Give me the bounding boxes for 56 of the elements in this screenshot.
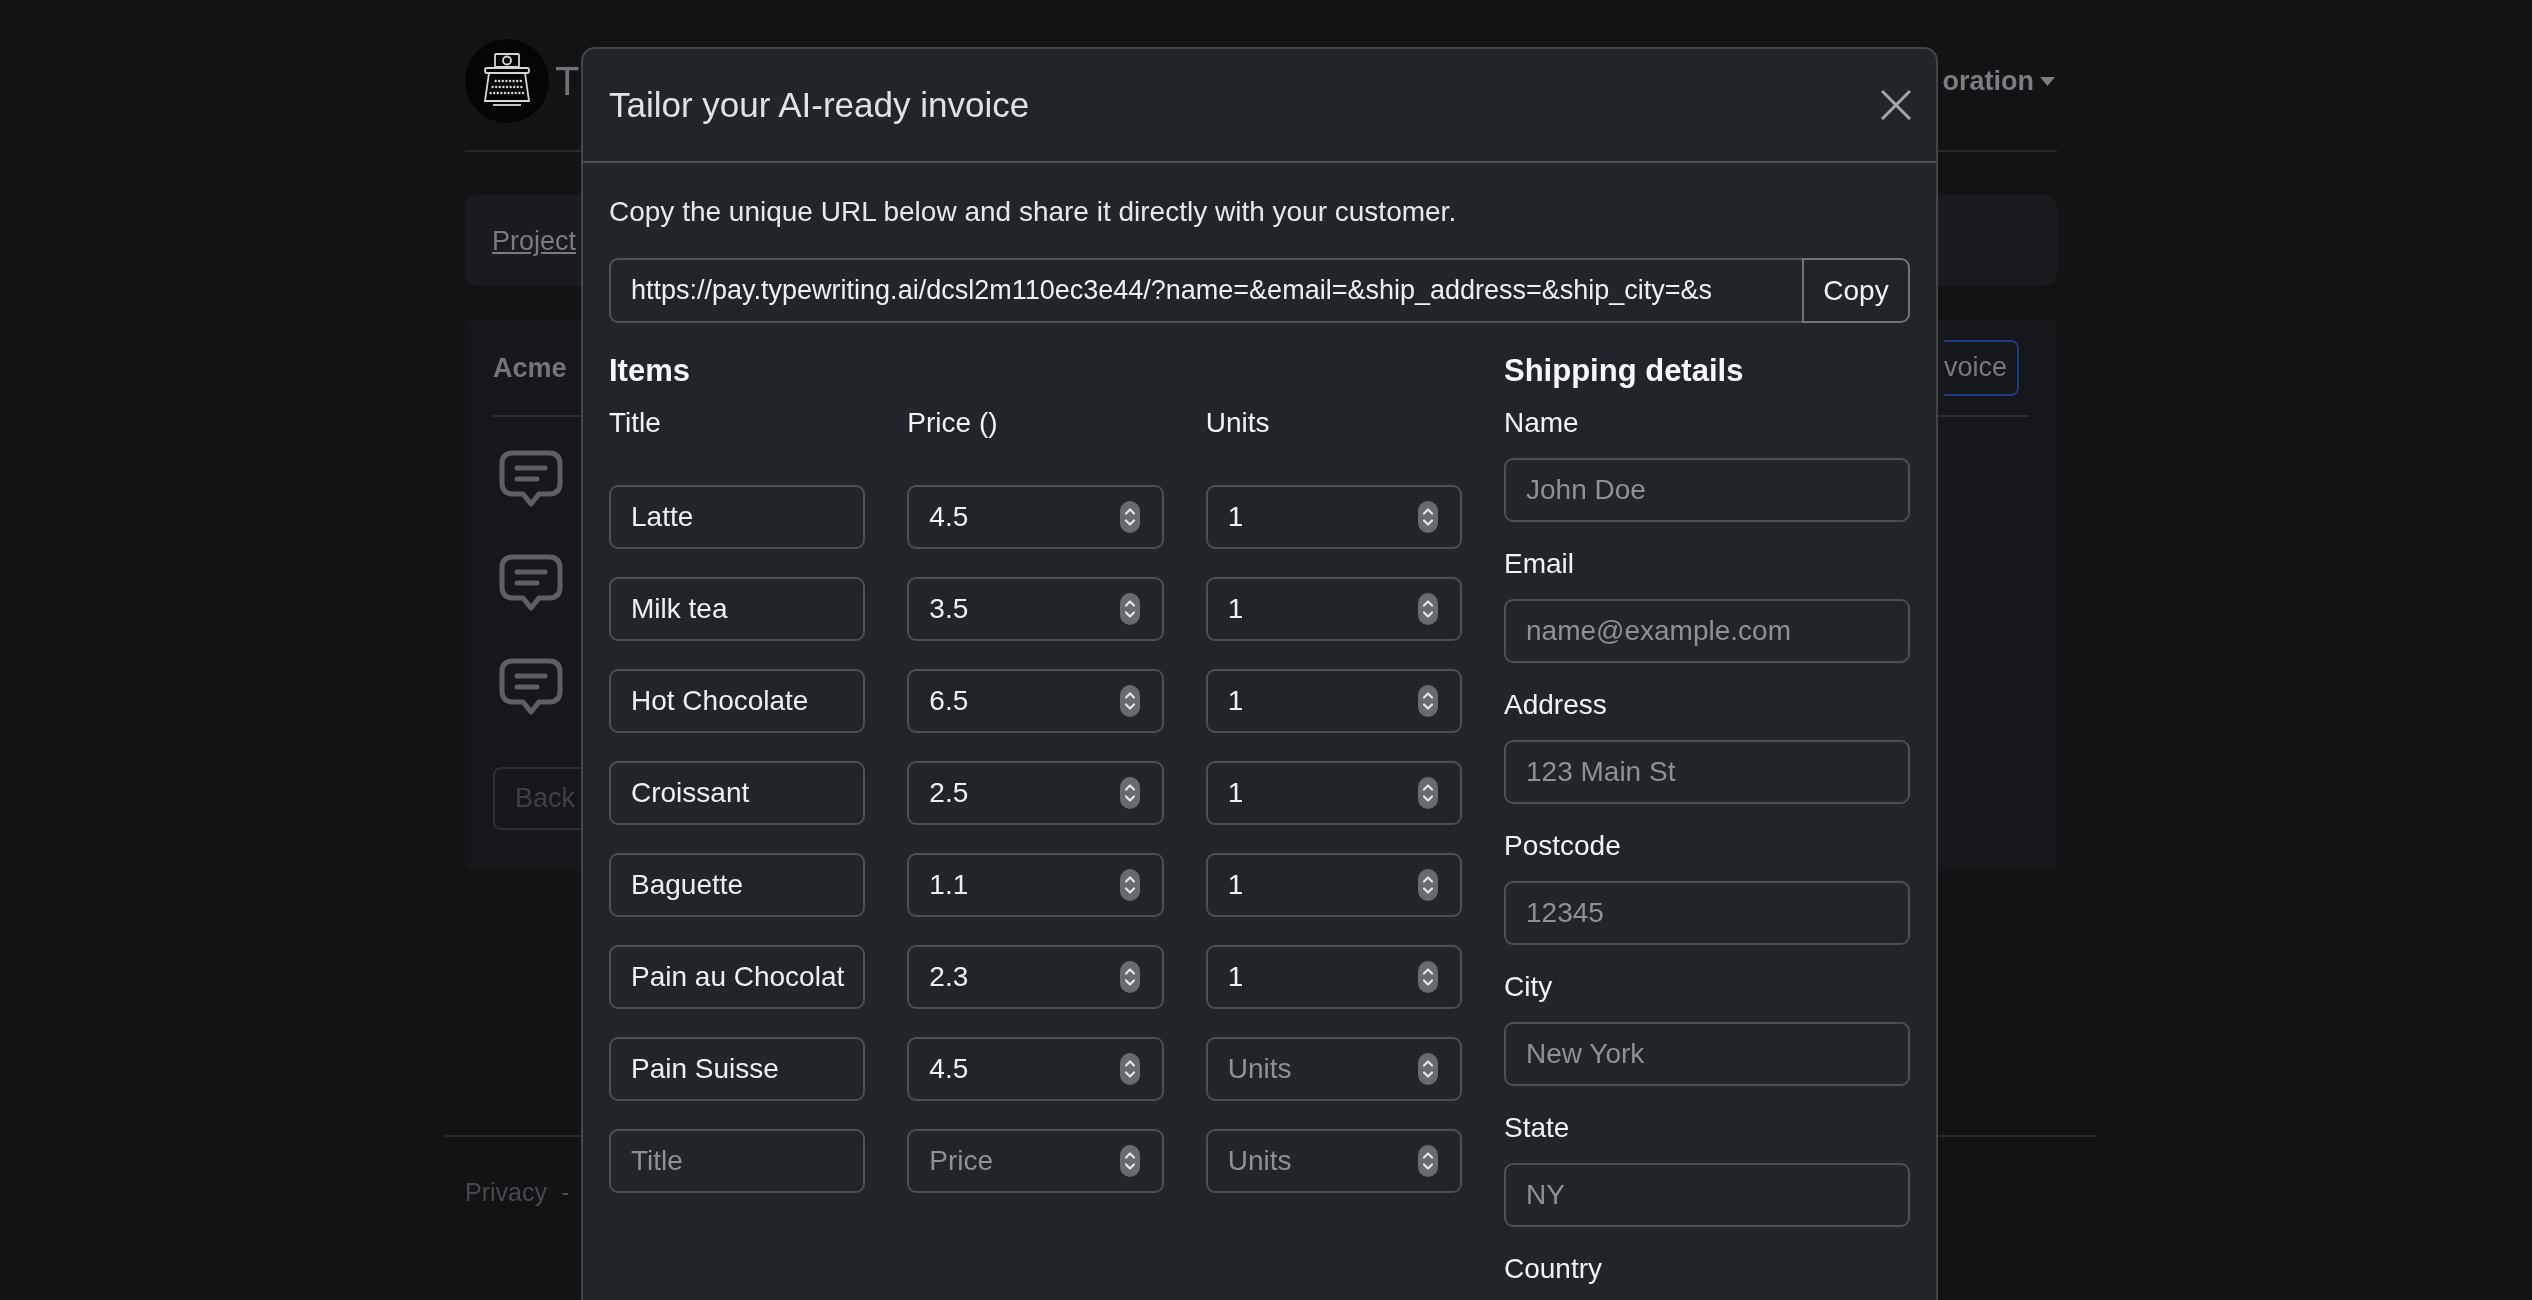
text-input[interactable]: New York bbox=[1504, 1022, 1910, 1086]
text-input[interactable]: Milk tea bbox=[609, 577, 866, 641]
text-input[interactable]: John Doe bbox=[1504, 458, 1910, 522]
column-label: Price () bbox=[907, 406, 999, 440]
close-button[interactable] bbox=[1881, 90, 1911, 120]
number-input[interactable]: 2.3 bbox=[907, 945, 1164, 1009]
intro-text: Copy the unique URL below and share it directly with your customer. bbox=[609, 195, 1458, 229]
field-label: Postcode bbox=[1504, 829, 1622, 863]
breadcrumb-link[interactable]: Project bbox=[492, 223, 577, 258]
brand-name[interactable]: T bbox=[555, 58, 580, 104]
number-input[interactable]: 1 bbox=[1205, 761, 1462, 825]
url-input[interactable]: https://pay.typewriting.ai/dcsl2m110ec3e44/?name=&email=&ship_address=&ship_city=&s bbox=[609, 258, 1802, 323]
caret-icon bbox=[2040, 76, 2055, 86]
field-label: City bbox=[1504, 970, 1554, 1004]
outline-button[interactable]: voice bbox=[1943, 339, 2019, 396]
section-heading: Shipping details bbox=[1504, 352, 1745, 390]
number-input[interactable]: 2.5 bbox=[907, 761, 1164, 825]
text-input[interactable]: name@example.com bbox=[1504, 599, 1910, 663]
section-heading: Items bbox=[609, 352, 691, 390]
close-icon bbox=[1881, 90, 1911, 120]
card-title: Acme bbox=[493, 351, 567, 385]
number-input[interactable]: 1.1 bbox=[907, 853, 1164, 917]
text-input[interactable]: Title bbox=[609, 1129, 866, 1193]
number-input[interactable]: 3.5 bbox=[907, 577, 1164, 641]
text-input[interactable]: NY bbox=[1504, 1163, 1910, 1227]
number-input[interactable]: 1 bbox=[1205, 945, 1462, 1009]
text-input[interactable]: 12345 bbox=[1504, 881, 1910, 945]
text-input[interactable]: Latte bbox=[609, 485, 866, 549]
column-label: Title bbox=[609, 406, 662, 440]
text-input[interactable]: 123 Main St bbox=[1504, 740, 1910, 804]
number-input[interactable]: 1 bbox=[1205, 577, 1462, 641]
text-input[interactable]: Croissant bbox=[609, 761, 866, 825]
text-input[interactable]: Pain au Chocolat bbox=[609, 945, 866, 1009]
number-input[interactable]: Units bbox=[1205, 1037, 1462, 1101]
number-input[interactable]: 4.5 bbox=[907, 1037, 1164, 1101]
number-input[interactable]: 1 bbox=[1205, 485, 1462, 549]
number-input[interactable]: 6.5 bbox=[907, 669, 1164, 733]
copy-button[interactable]: Copy bbox=[1802, 258, 1910, 323]
field-label: Address bbox=[1504, 688, 1608, 722]
text-input[interactable]: Pain Suisse bbox=[609, 1037, 866, 1101]
field-label: Name bbox=[1504, 406, 1580, 440]
number-input[interactable]: Price bbox=[907, 1129, 1164, 1193]
field-label: State bbox=[1504, 1111, 1571, 1145]
field-label: Country bbox=[1504, 1252, 1604, 1286]
number-input[interactable]: Units bbox=[1205, 1129, 1462, 1193]
number-input[interactable]: 1 bbox=[1205, 669, 1462, 733]
modal-title: Tailor your AI-ready invoice bbox=[609, 84, 1030, 126]
text-input[interactable]: Hot Chocolate bbox=[609, 669, 866, 733]
column-label: Units bbox=[1205, 406, 1271, 440]
number-input[interactable]: 1 bbox=[1205, 853, 1462, 917]
text-input[interactable]: Baguette bbox=[609, 853, 866, 917]
separator-text: - bbox=[560, 1177, 570, 1207]
field-label: Email bbox=[1504, 547, 1575, 581]
nav-dropdown[interactable]: oration bbox=[1942, 64, 2055, 98]
typewriter-icon bbox=[465, 39, 549, 123]
number-input[interactable]: 4.5 bbox=[907, 485, 1164, 549]
